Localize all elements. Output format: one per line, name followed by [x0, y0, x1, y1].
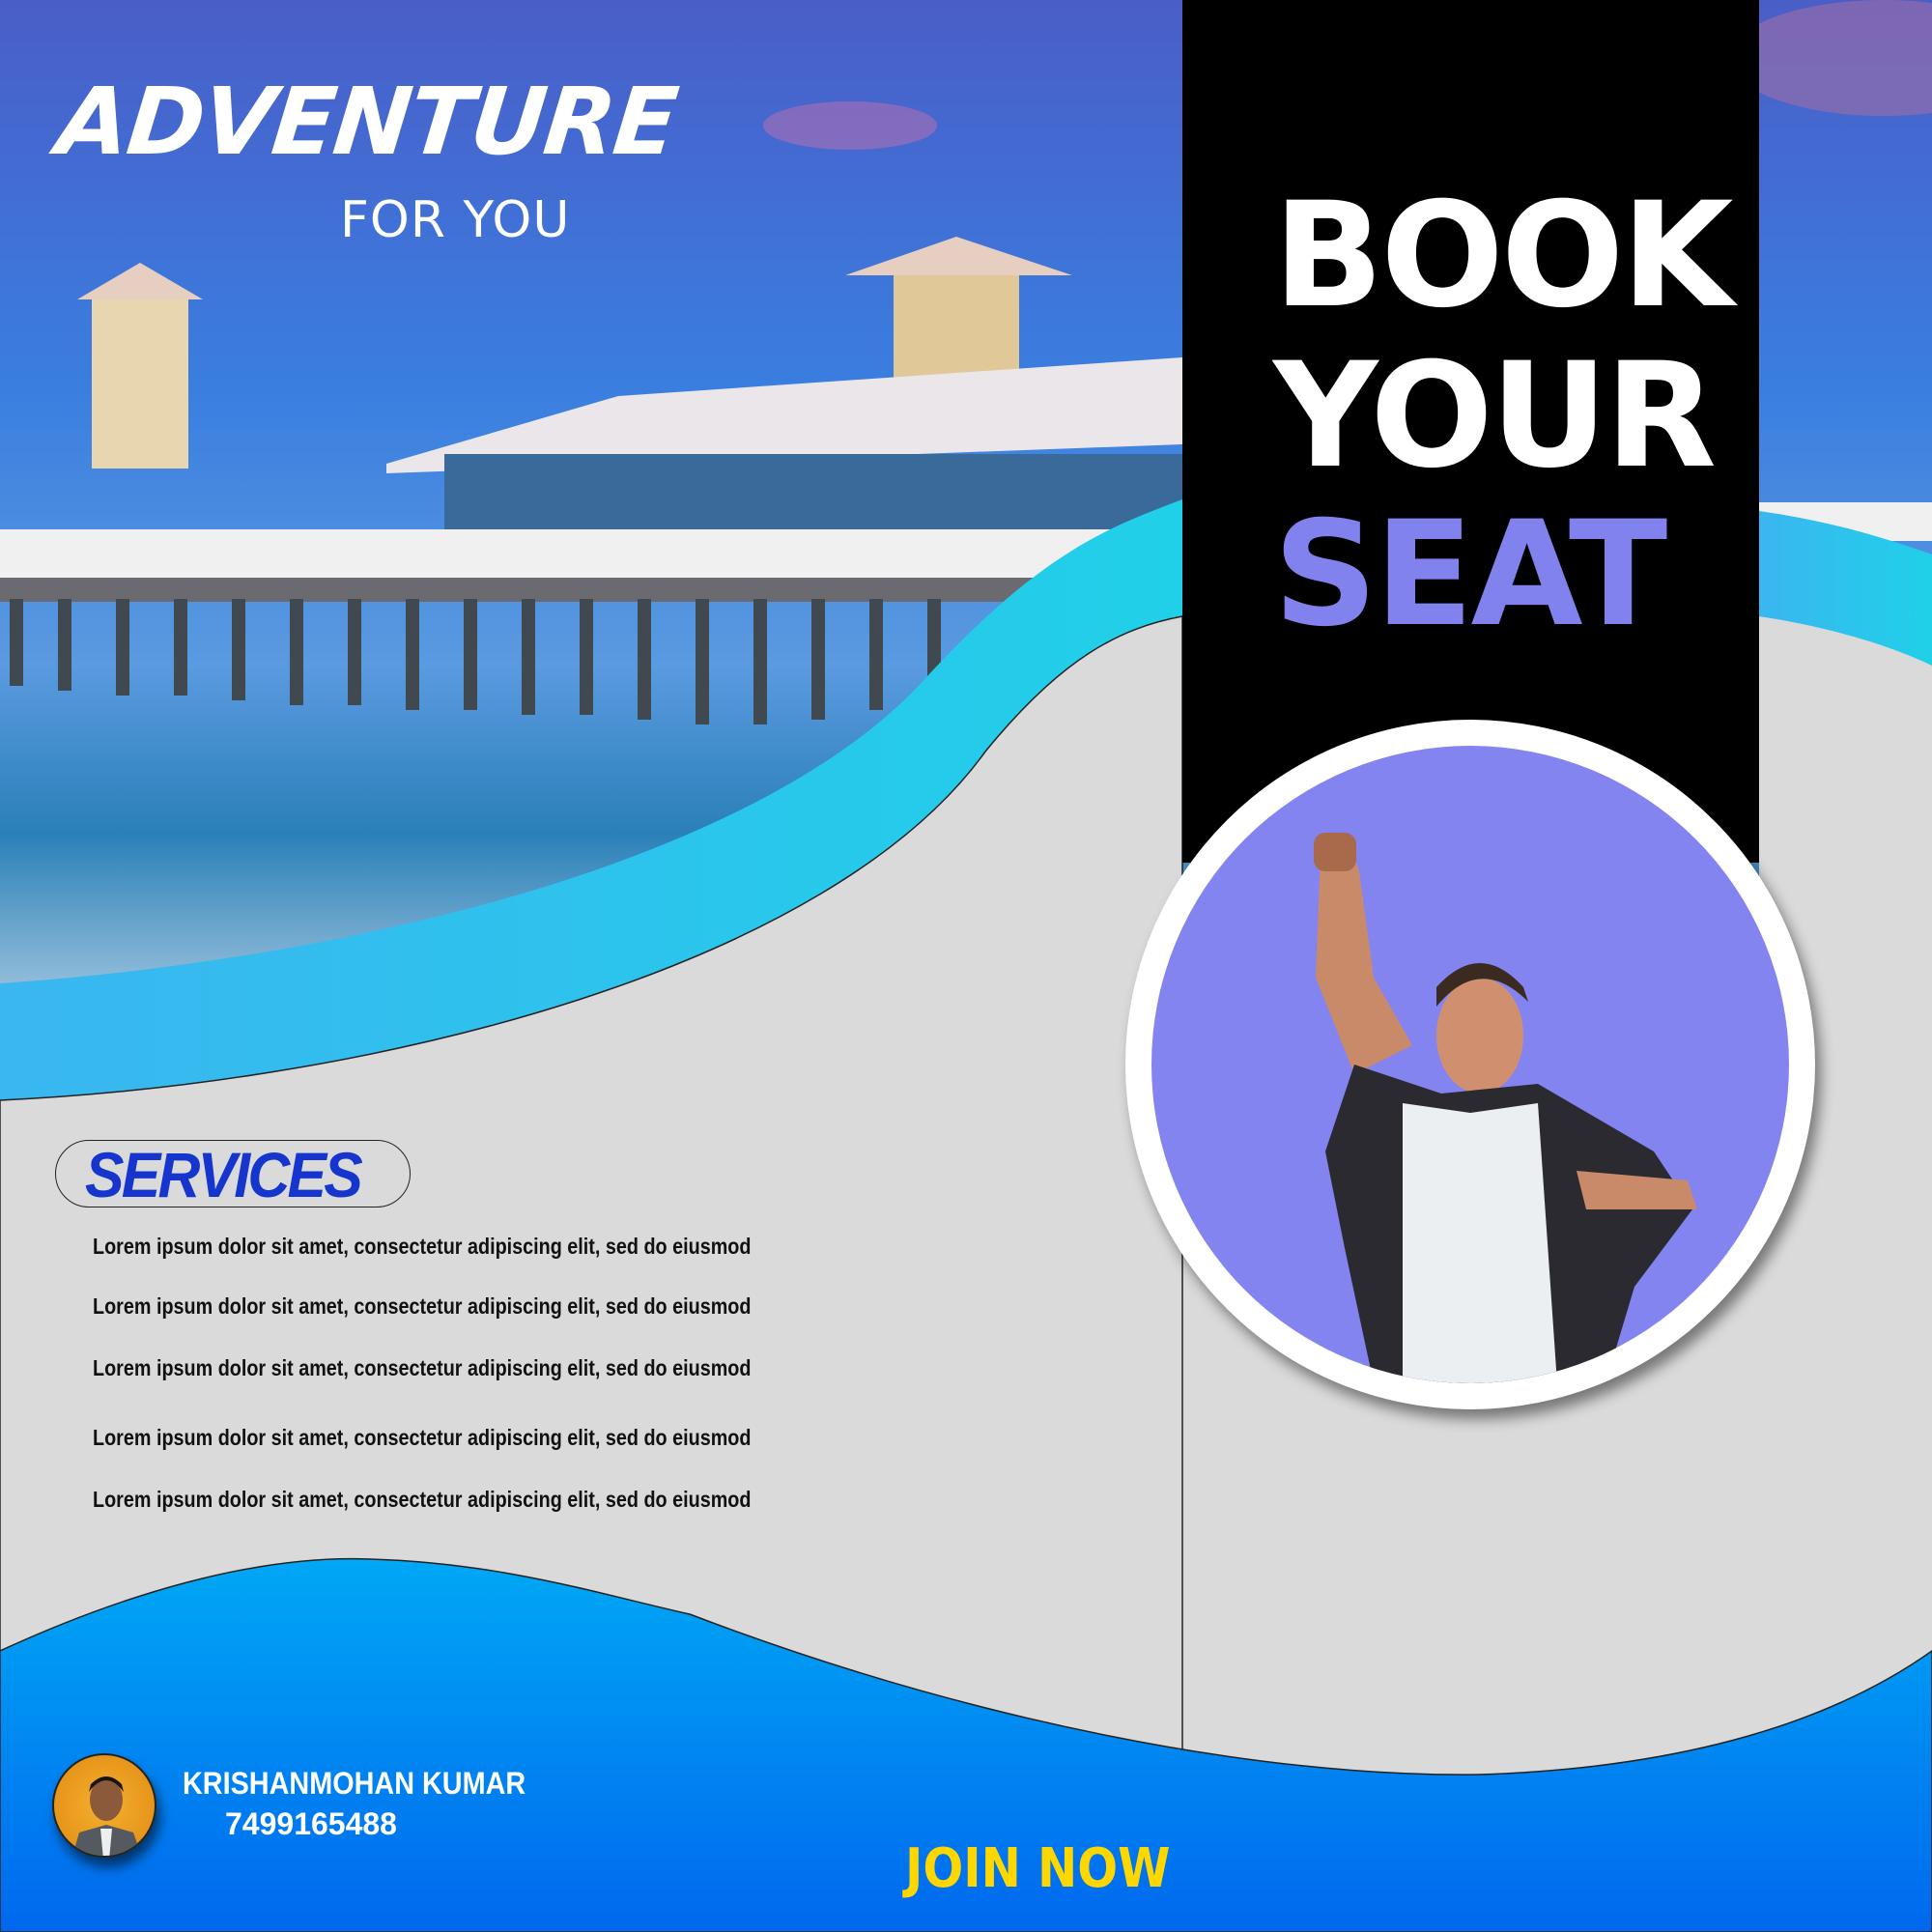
service-item-text: Lorem ipsum dolor sit amet, consectetur … [93, 1486, 752, 1512]
service-item: Lorem ipsum dolor sit amet, consectetur … [75, 1350, 848, 1385]
service-item: Lorem ipsum dolor sit amet, consectetur … [75, 1482, 848, 1517]
headline-book: BOOK [1273, 172, 1734, 340]
service-item: Lorem ipsum dolor sit amet, consectetur … [75, 1420, 848, 1455]
service-item: Lorem ipsum dolor sit amet, consectetur … [75, 1289, 848, 1323]
adventure-subtitle: FOR YOU [340, 191, 571, 249]
headline-your: YOUR [1273, 332, 1717, 500]
poster: ADVENTURE FOR YOU BOOK YOUR SEAT SERVICE… [0, 0, 1932, 1932]
service-item-text: Lorem ipsum dolor sit amet, consectetur … [93, 1354, 752, 1380]
join-now-button[interactable]: JOIN NOW [905, 1837, 1170, 1900]
headline-seat: SEAT [1273, 491, 1667, 659]
contact-name: KRISHANMOHAN KUMAR [183, 1766, 526, 1801]
services-heading: SERVICES [85, 1139, 363, 1210]
avatar [52, 1753, 156, 1858]
service-item-text: Lorem ipsum dolor sit amet, consectetur … [93, 1233, 752, 1259]
contact-phone: 7499165488 [225, 1806, 397, 1841]
service-item: Lorem ipsum dolor sit amet, consectetur … [75, 1229, 848, 1264]
service-item-text: Lorem ipsum dolor sit amet, consectetur … [93, 1293, 752, 1319]
adventure-title: ADVENTURE [52, 68, 682, 176]
service-item-text: Lorem ipsum dolor sit amet, consectetur … [93, 1424, 752, 1450]
excited-man-photo [1151, 746, 1789, 1383]
